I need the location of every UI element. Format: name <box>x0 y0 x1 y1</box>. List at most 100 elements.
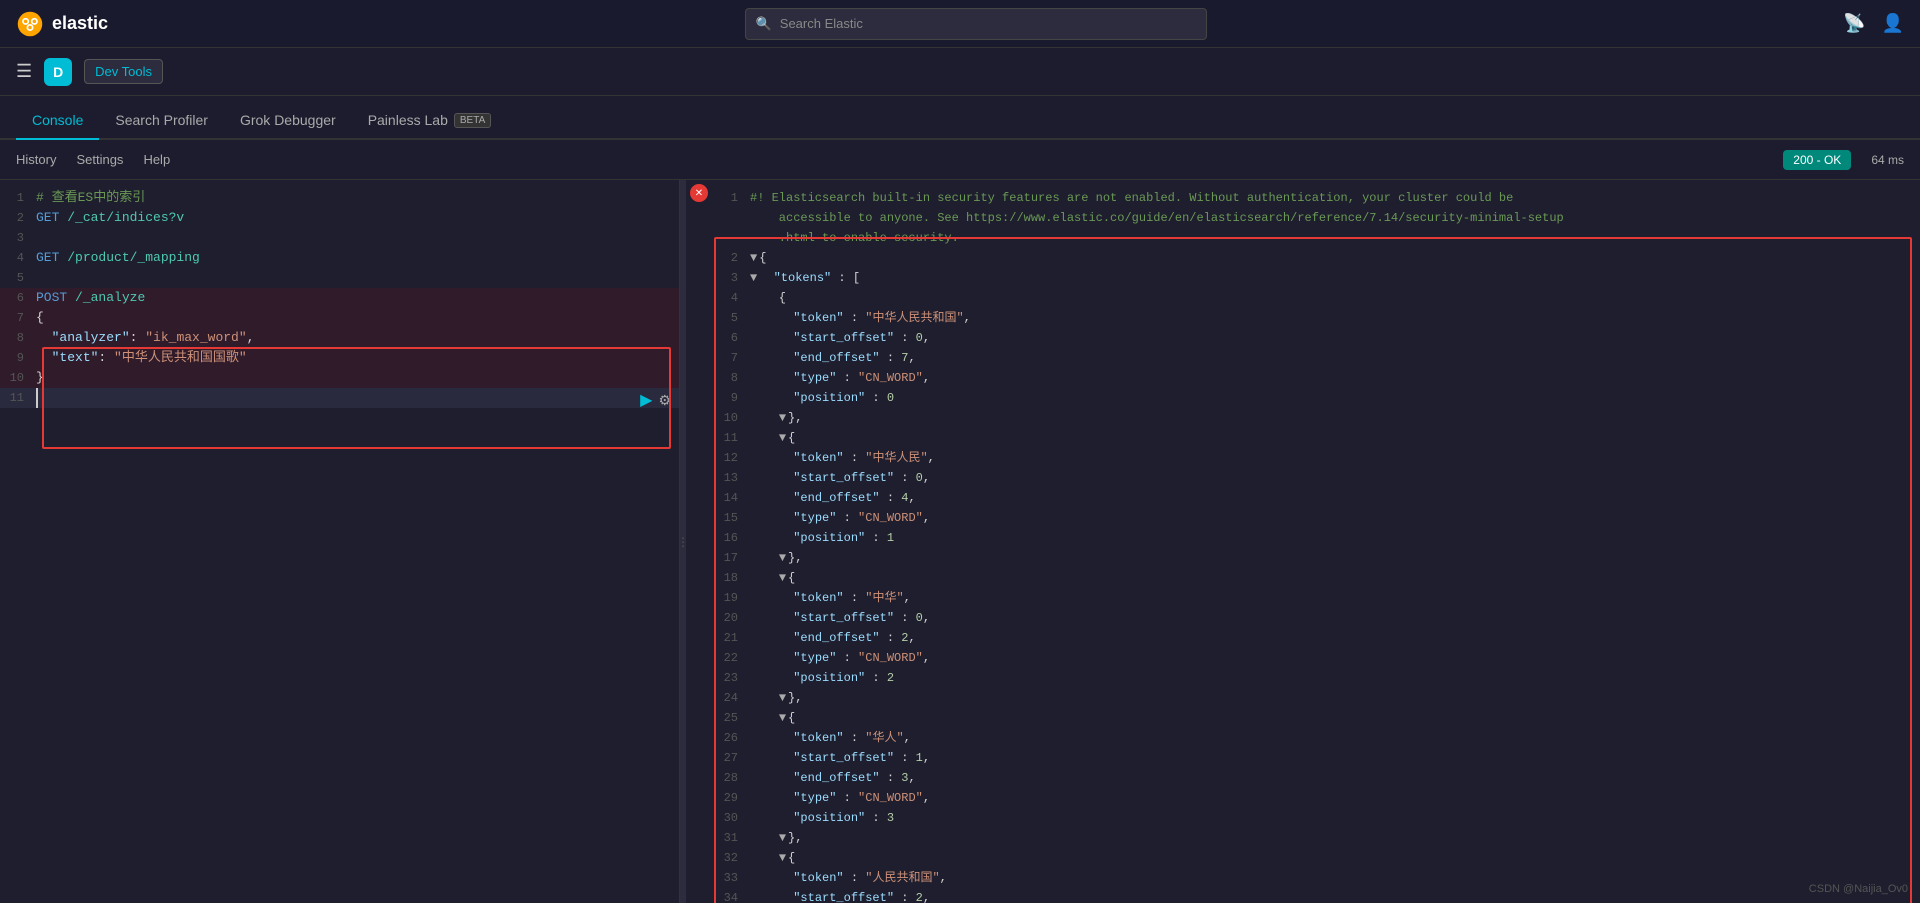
output-line-28: 28 "end_offset" : 3, <box>714 768 1920 788</box>
output-line-3: 3 ▼ "tokens" : [ <box>714 268 1920 288</box>
hamburger-menu-icon[interactable]: ☰ <box>16 61 32 82</box>
output-line-22: 22 "type" : "CN_WORD", <box>714 648 1920 668</box>
editor-line-6: 6 POST /_analyze <box>0 288 679 308</box>
execute-button[interactable]: ▶ <box>640 390 652 410</box>
output-content-8: "type" : "CN_WORD", <box>750 368 1920 388</box>
output-line-27: 27 "start_offset" : 1, <box>714 748 1920 768</box>
output-content-13: "start_offset" : 0, <box>750 468 1920 488</box>
global-search-bar[interactable]: 🔍 Search Elastic <box>745 8 1207 40</box>
output-content-19: "token" : "中华", <box>750 588 1920 608</box>
output-linenum-29: 29 <box>714 788 750 808</box>
editor-line-7: 7 { <box>0 308 679 328</box>
output-line-6: 6 "start_offset" : 0, <box>714 328 1920 348</box>
output-content-29: "type" : "CN_WORD", <box>750 788 1920 808</box>
output-linenum-31: 31 <box>714 828 750 848</box>
output-panel: ✕ 1 #! Elasticsearch built-in security f… <box>686 180 1920 903</box>
output-linenum-1b <box>714 208 750 228</box>
output-line-10: 10 ▼}, <box>714 408 1920 428</box>
output-content-27: "start_offset" : 1, <box>750 748 1920 768</box>
line-number-7: 7 <box>0 308 36 328</box>
line-number-11: 11 <box>0 388 36 408</box>
output-line-31: 31 ▼}, <box>714 828 1920 848</box>
line-content-11 <box>36 388 679 408</box>
line-number-9: 9 <box>0 348 36 368</box>
help-button[interactable]: Help <box>143 152 170 167</box>
output-linenum-3: 3 <box>714 268 750 288</box>
history-button[interactable]: History <box>16 152 56 167</box>
output-line-20: 20 "start_offset" : 0, <box>714 608 1920 628</box>
output-line-14: 14 "end_offset" : 4, <box>714 488 1920 508</box>
output-content-17: ▼}, <box>750 548 1920 568</box>
settings-button[interactable]: Settings <box>76 152 123 167</box>
editor-line-9: 9 "text": "中华人民共和国国歌" <box>0 348 679 368</box>
tab-grok-debugger[interactable]: Grok Debugger <box>224 102 352 140</box>
output-linenum-6: 6 <box>714 328 750 348</box>
elastic-logo-text: elastic <box>52 13 108 34</box>
editor-line-3: 3 <box>0 228 679 248</box>
output-line-9: 9 "position" : 0 <box>714 388 1920 408</box>
tab-console[interactable]: Console <box>16 102 99 140</box>
line-content-1: # 查看ES中的索引 <box>36 188 679 208</box>
output-content-16: "position" : 1 <box>750 528 1920 548</box>
output-content-24: ▼}, <box>750 688 1920 708</box>
editor-line-8: 8 "analyzer": "ik_max_word", <box>0 328 679 348</box>
output-linenum-7: 7 <box>714 348 750 368</box>
tab-search-profiler[interactable]: Search Profiler <box>99 102 224 140</box>
output-content-9: "position" : 0 <box>750 388 1920 408</box>
output-line-12: 12 "token" : "中华人民", <box>714 448 1920 468</box>
output-linenum-1: 1 <box>714 188 750 208</box>
main-content: 1 # 查看ES中的索引 2 GET /_cat/indices?v 3 4 G… <box>0 180 1920 903</box>
line-content-7: { <box>36 308 679 328</box>
editor-panel: 1 # 查看ES中的索引 2 GET /_cat/indices?v 3 4 G… <box>0 180 680 903</box>
output-linenum-28: 28 <box>714 768 750 788</box>
output-content-1c: .html to enable security. <box>750 228 1920 248</box>
output-close-button[interactable]: ✕ <box>690 184 708 202</box>
output-linenum-23: 23 <box>714 668 750 688</box>
output-content-6: "start_offset" : 0, <box>750 328 1920 348</box>
output-content-4: { <box>750 288 1920 308</box>
tab-painless-lab[interactable]: Painless Lab BETA <box>352 102 508 140</box>
output-linenum-19: 19 <box>714 588 750 608</box>
editor-line-5: 5 <box>0 268 679 288</box>
elastic-logo[interactable]: elastic <box>16 10 108 38</box>
output-line-21: 21 "end_offset" : 2, <box>714 628 1920 648</box>
output-linenum-26: 26 <box>714 728 750 748</box>
search-icon: 🔍 <box>756 16 772 32</box>
output-content-5: "token" : "中华人民共和国", <box>750 308 1920 328</box>
output-line-1c: .html to enable security. <box>714 228 1920 248</box>
output-line-29: 29 "type" : "CN_WORD", <box>714 788 1920 808</box>
copy-button[interactable]: ⚙ <box>658 390 671 410</box>
line-number-8: 8 <box>0 328 36 348</box>
output-linenum-33: 33 <box>714 868 750 888</box>
output-linenum-32: 32 <box>714 848 750 868</box>
output-code[interactable]: 1 #! Elasticsearch built-in security fea… <box>686 180 1920 903</box>
line-number-6: 6 <box>0 288 36 308</box>
output-linenum-10: 10 <box>714 408 750 428</box>
dev-tools-button[interactable]: Dev Tools <box>84 59 163 84</box>
search-placeholder: Search Elastic <box>780 16 863 31</box>
output-line-30: 30 "position" : 3 <box>714 808 1920 828</box>
line-content-6: POST /_analyze <box>36 288 679 308</box>
output-line-18: 18 ▼{ <box>714 568 1920 588</box>
output-linenum-17: 17 <box>714 548 750 568</box>
line-content-10: } <box>36 368 679 388</box>
output-linenum-24: 24 <box>714 688 750 708</box>
output-linenum-15: 15 <box>714 508 750 528</box>
output-linenum-16: 16 <box>714 528 750 548</box>
output-content-33: "token" : "人民共和国", <box>750 868 1920 888</box>
output-line-25: 25 ▼{ <box>714 708 1920 728</box>
output-content-28: "end_offset" : 3, <box>750 768 1920 788</box>
output-line-2: 2 ▼{ <box>714 248 1920 268</box>
user-avatar-icon[interactable]: 👤 <box>1882 13 1904 34</box>
nav-icons: 📡 👤 <box>1843 13 1904 34</box>
output-linenum-22: 22 <box>714 648 750 668</box>
output-line-33: 33 "token" : "人民共和国", <box>714 868 1920 888</box>
code-editor[interactable]: 1 # 查看ES中的索引 2 GET /_cat/indices?v 3 4 G… <box>0 180 679 903</box>
output-content-32: ▼{ <box>750 848 1920 868</box>
output-content-11: ▼{ <box>750 428 1920 448</box>
output-line-11: 11 ▼{ <box>714 428 1920 448</box>
app-badge: D <box>44 58 72 86</box>
output-line-8: 8 "type" : "CN_WORD", <box>714 368 1920 388</box>
notifications-icon[interactable]: 📡 <box>1843 13 1865 34</box>
editor-line-2: 2 GET /_cat/indices?v <box>0 208 679 228</box>
